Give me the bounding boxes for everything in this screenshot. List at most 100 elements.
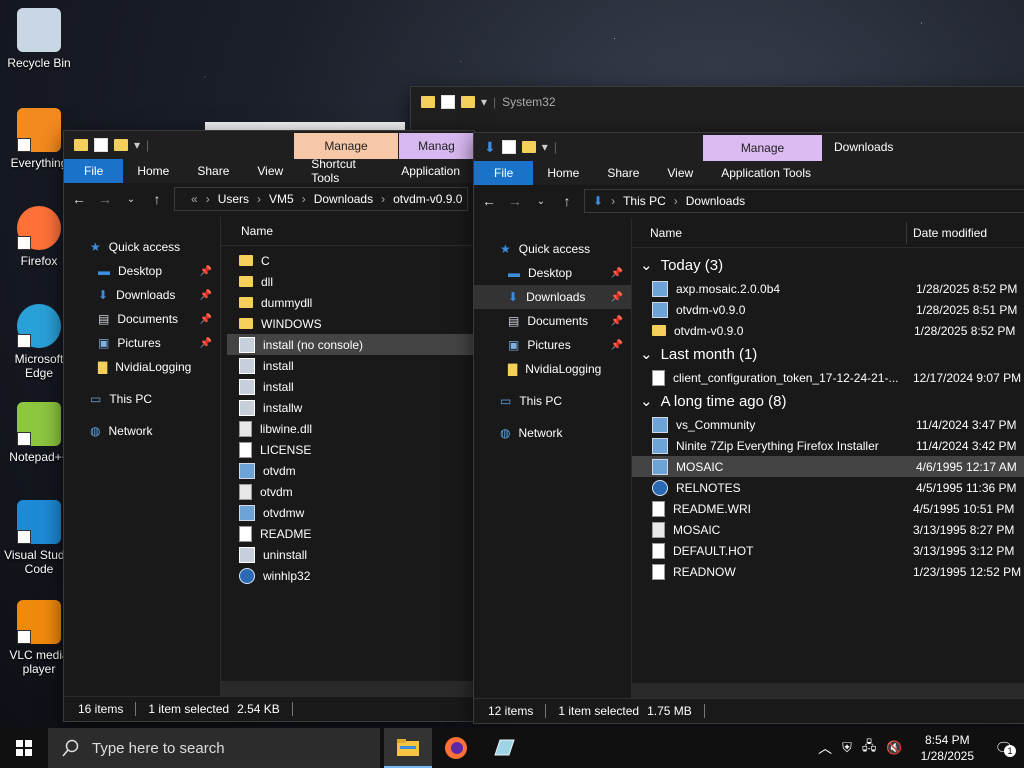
file-row[interactable]: LICENSE — [227, 439, 474, 460]
address-bar[interactable]: « › Users › VM5 › Downloads › otvdm-v0.9.0 — [174, 187, 468, 211]
back-button[interactable]: ← — [70, 191, 88, 207]
breadcrumb-separator[interactable]: › — [257, 192, 261, 206]
up-button[interactable]: ↑ — [148, 191, 166, 207]
file-row[interactable]: otvdmw — [227, 502, 474, 523]
desktop-icon-recycle-bin[interactable]: Recycle Bin — [0, 8, 78, 70]
address-bar[interactable]: ⬇ › This PC › Downloads — [584, 189, 1024, 213]
file-row[interactable]: MOSAIC 3/13/1995 8:27 PM — [632, 519, 1024, 540]
file-row[interactable]: WINDOWS — [227, 313, 474, 334]
recent-dropdown[interactable]: ⌄ — [122, 194, 140, 205]
clock[interactable]: 8:54 PM 1/28/2025 — [913, 732, 982, 764]
breadcrumb-item[interactable]: Downloads — [686, 194, 745, 208]
file-row[interactable]: otvdm-v0.9.0 1/28/2025 8:51 PM — [632, 299, 1024, 320]
nav-item-nvidialogging[interactable]: ▇ NvidiaLogging — [64, 355, 220, 379]
nav-item-documents[interactable]: ▤ Documents 📌 — [474, 309, 631, 333]
breadcrumb-separator[interactable]: › — [381, 192, 385, 206]
volume-muted-icon[interactable]: 🔇 — [886, 740, 902, 756]
file-row[interactable]: README.WRI 4/5/1995 10:51 PM — [632, 498, 1024, 519]
notification-center-button[interactable]: 🗨 1 — [992, 739, 1016, 757]
file-row[interactable]: libwine.dll — [227, 418, 474, 439]
nav-item-network[interactable]: ◍ Network — [64, 419, 220, 443]
ribbon-tab-shortcut-tools[interactable]: Shortcut Tools — [297, 157, 387, 185]
nav-item-downloads[interactable]: ⬇ Downloads 📌 — [64, 283, 220, 307]
file-row[interactable]: install — [227, 355, 474, 376]
chevron-down-icon[interactable]: ▾ — [134, 138, 140, 152]
nav-item-nvidialogging[interactable]: ▇ NvidiaLogging — [474, 357, 631, 381]
nav-item-this-pc[interactable]: ▭ This PC — [64, 387, 220, 411]
nav-item-downloads[interactable]: ⬇ Downloads 📌 — [474, 285, 631, 309]
chevron-down-icon[interactable]: ▾ — [542, 140, 548, 154]
ribbon-tab-application-tools[interactable]: Application Tools — [707, 161, 825, 185]
file-row[interactable]: otvdm — [227, 460, 474, 481]
nav-item-quick-access[interactable]: ★ Quick access — [474, 237, 631, 261]
firefox-taskbar-button[interactable] — [432, 728, 480, 768]
downloads-explorer-window[interactable]: ⬇ ▾ | Downloads Manage File Home Share View… — [473, 132, 1024, 724]
file-row[interactable]: install — [227, 376, 474, 397]
forward-button[interactable]: → — [506, 193, 524, 209]
start-button[interactable] — [0, 728, 48, 768]
ribbon-tab-share[interactable]: Share — [593, 161, 653, 185]
nav-item-network[interactable]: ◍ Network — [474, 421, 631, 445]
ribbon-tab-view[interactable]: View — [653, 161, 707, 185]
recent-dropdown[interactable]: ⌄ — [532, 196, 550, 207]
ribbon-tab-application[interactable]: Application — [387, 159, 474, 183]
nav-item-this-pc[interactable]: ▭ This PC — [474, 389, 631, 413]
nav-item-desktop[interactable]: ▬ Desktop 📌 — [474, 261, 631, 285]
manage-shortcut-tab[interactable]: Manage — [294, 133, 398, 159]
ribbon-tab-file[interactable]: File — [474, 161, 534, 185]
chevron-down-icon[interactable]: ▾ — [481, 95, 487, 109]
file-row[interactable]: uninstall — [227, 544, 474, 565]
nav-item-quick-access[interactable]: ★ Quick access — [64, 235, 220, 259]
manage-application-tab[interactable]: Manag — [399, 133, 474, 159]
horizontal-scrollbar[interactable] — [221, 681, 474, 697]
file-row[interactable]: client_configuration_token_17-12-24-21-.… — [632, 367, 1024, 388]
file-row[interactable]: MOSAIC 4/6/1995 12:17 AM — [632, 456, 1024, 477]
ribbon-tab-view[interactable]: View — [243, 159, 297, 183]
chevron-up-icon[interactable]: ︿ — [818, 738, 832, 758]
file-explorer-taskbar-button[interactable] — [384, 728, 432, 768]
nav-item-documents[interactable]: ▤ Documents 📌 — [64, 307, 220, 331]
file-row[interactable]: READNOW 1/23/1995 12:52 PM — [632, 561, 1024, 582]
file-row[interactable]: install (no console) — [227, 334, 474, 355]
breadcrumb-separator[interactable]: › — [674, 194, 678, 208]
file-row[interactable]: otvdm-v0.9.0 1/28/2025 8:52 PM — [632, 320, 1024, 341]
file-row[interactable]: DEFAULT.HOT 3/13/1995 3:12 PM — [632, 540, 1024, 561]
ribbon-tab-file[interactable]: File — [64, 159, 124, 183]
breadcrumb-item[interactable]: otvdm-v0.9.0 — [393, 192, 462, 206]
file-row[interactable]: Ninite 7Zip Everything Firefox Installer… — [632, 435, 1024, 456]
nav-item-desktop[interactable]: ▬ Desktop 📌 — [64, 259, 220, 283]
breadcrumb-item[interactable]: Downloads — [314, 192, 373, 206]
group-header[interactable]: ⌄ Today (3) — [632, 252, 1024, 278]
file-row[interactable]: winhlp32 — [227, 565, 474, 586]
file-row[interactable]: installw — [227, 397, 474, 418]
left-explorer-window[interactable]: ▾ | Manage Manag File Home Share View Shortc… — [63, 130, 475, 722]
taskbar-search[interactable]: Type here to search — [48, 728, 380, 768]
nav-item-pictures[interactable]: ▣ Pictures 📌 — [64, 331, 220, 355]
group-header[interactable]: ⌄ A long time ago (8) — [632, 388, 1024, 414]
ribbon-tab-home[interactable]: Home — [533, 161, 593, 185]
security-warning-icon[interactable]: ⛨ — [842, 740, 852, 756]
forward-button[interactable]: → — [96, 191, 114, 207]
nav-item-pictures[interactable]: ▣ Pictures 📌 — [474, 333, 631, 357]
column-header-date[interactable]: Date modified — [913, 226, 987, 240]
file-row[interactable]: vs_Community 11/4/2024 3:47 PM — [632, 414, 1024, 435]
file-row[interactable]: otvdm — [227, 481, 474, 502]
file-row[interactable]: dll — [227, 271, 474, 292]
ribbon-tab-share[interactable]: Share — [183, 159, 243, 183]
file-row[interactable]: C — [227, 250, 474, 271]
up-button[interactable]: ↑ — [558, 193, 576, 209]
ribbon-tab-home[interactable]: Home — [123, 159, 183, 183]
column-header-name[interactable]: Name — [221, 217, 474, 246]
breadcrumb-item[interactable]: VM5 — [269, 192, 294, 206]
file-row[interactable]: README — [227, 523, 474, 544]
horizontal-scrollbar[interactable] — [632, 683, 1024, 699]
group-header[interactable]: ⌄ Last month (1) — [632, 341, 1024, 367]
breadcrumb-separator[interactable]: › — [611, 194, 615, 208]
network-tray-icon[interactable]: 🖧 — [862, 737, 877, 759]
otvdm-taskbar-button[interactable] — [480, 728, 528, 768]
column-header-name[interactable]: Name — [650, 226, 906, 240]
manage-application-tab[interactable]: Manage — [703, 135, 822, 161]
file-row[interactable]: axp.mosaic.2.0.0b4 1/28/2025 8:52 PM — [632, 278, 1024, 299]
breadcrumb-item[interactable]: This PC — [623, 194, 666, 208]
file-row[interactable]: RELNOTES 4/5/1995 11:36 PM — [632, 477, 1024, 498]
